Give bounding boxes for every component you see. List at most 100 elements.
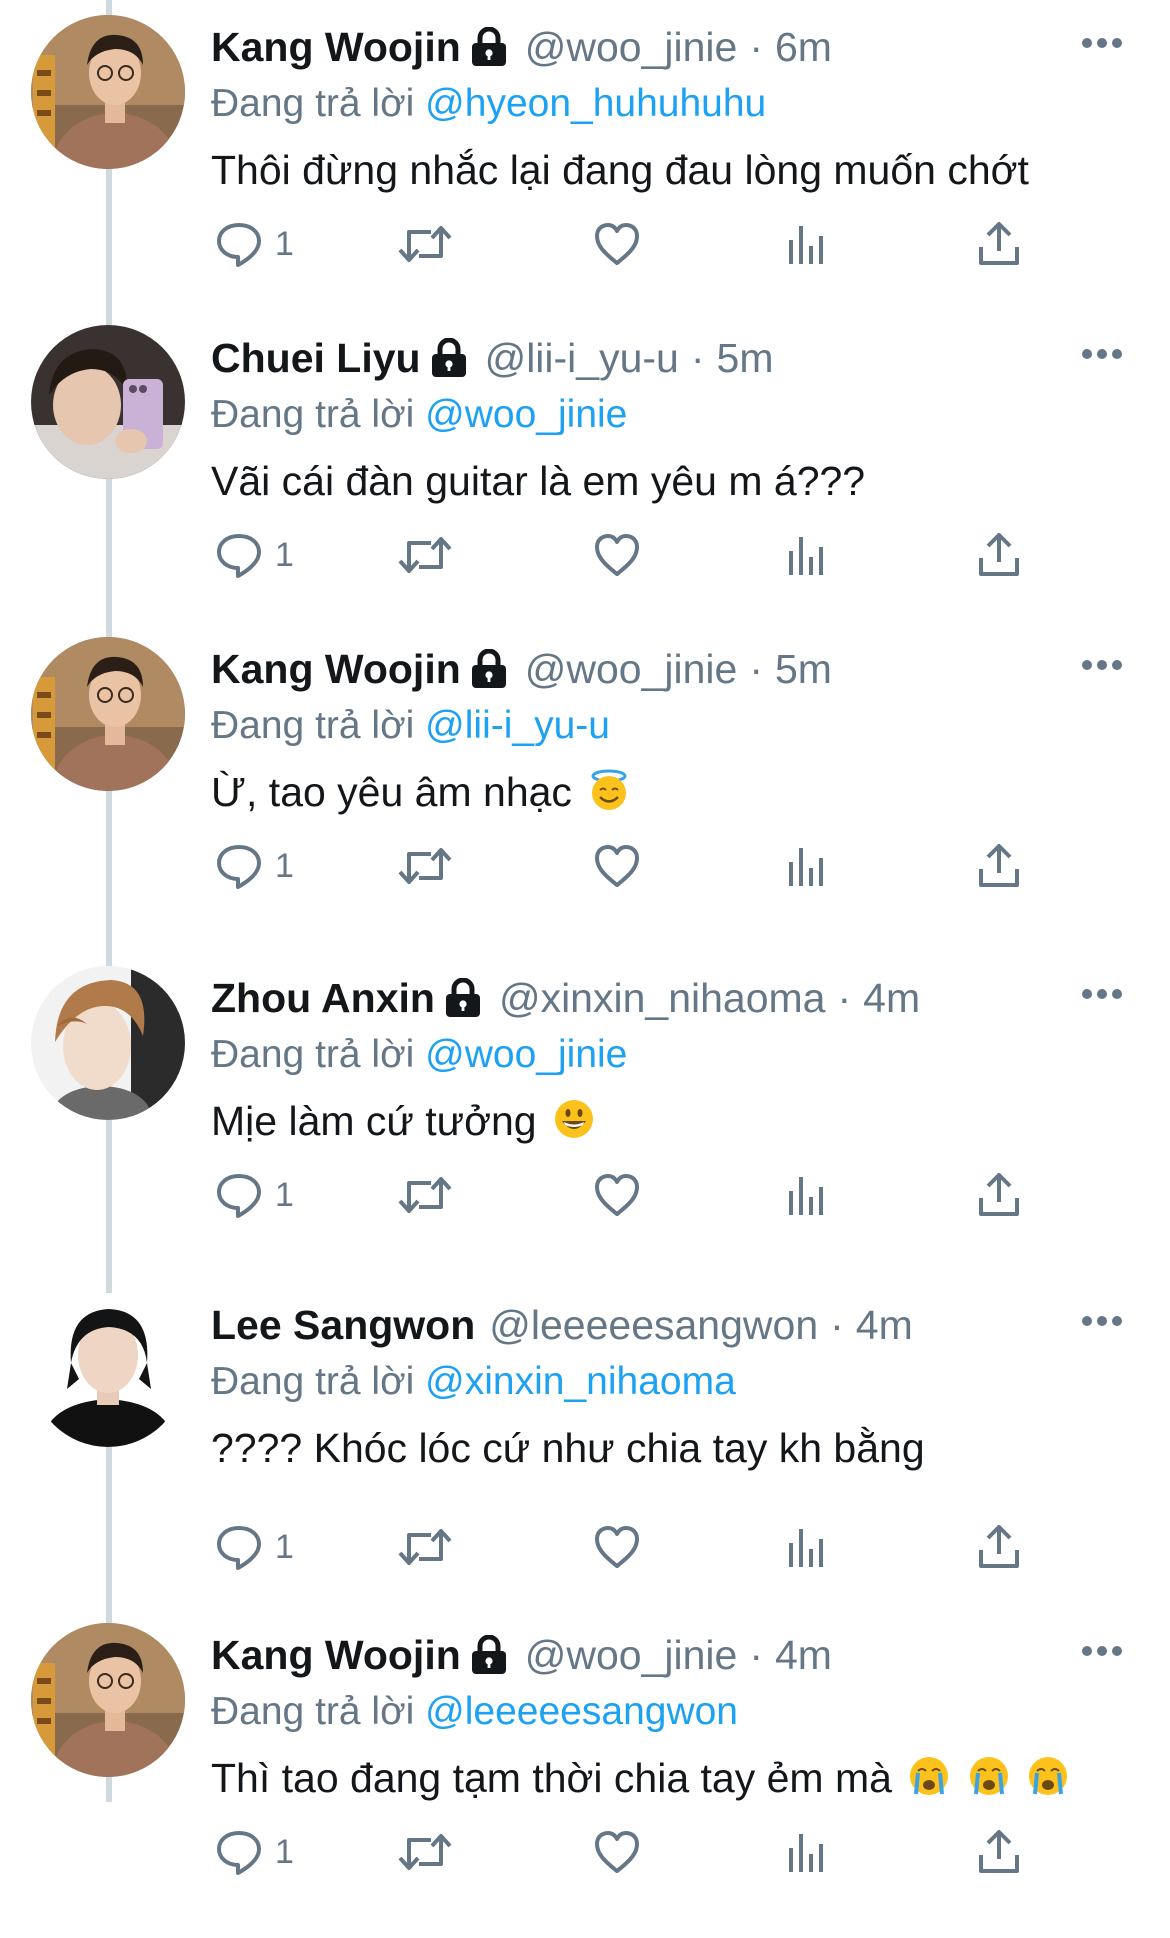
user-handle[interactable]: @lii-i_yu-u (485, 335, 679, 382)
retweet-button[interactable] (397, 1167, 453, 1223)
reply-button[interactable]: 1 (215, 838, 294, 894)
replying-to-mention[interactable]: @xinxin_nihaoma (425, 1360, 736, 1403)
heart-icon (593, 1172, 641, 1218)
share-button[interactable] (977, 1167, 1021, 1223)
replying-to-mention[interactable]: @woo_jinie (425, 1033, 627, 1076)
display-name[interactable]: Kang Woojin (211, 646, 461, 693)
share-button[interactable] (977, 216, 1021, 272)
more-options-icon[interactable] (1080, 36, 1124, 50)
replying-to-mention[interactable]: @leeeeesangwon (425, 1690, 738, 1733)
tweet-content: Kang Woojin @woo_jinie · 5m Đang trả lời @li… (211, 638, 1111, 822)
tweet-header: Lee Sangwon @leeeeesangwon · 4m (211, 1294, 1111, 1356)
analytics-bars-icon (787, 222, 827, 266)
like-button[interactable] (593, 838, 641, 894)
like-button[interactable] (593, 1519, 641, 1575)
share-upload-icon (977, 1524, 1021, 1570)
timestamp[interactable]: 4m (863, 975, 920, 1022)
retweet-icon (397, 222, 453, 266)
avatar[interactable] (31, 966, 185, 1120)
tweet-text-body: Thôi đừng nhắc lại đang đau lòng muốn ch… (211, 147, 1029, 193)
more-options-icon[interactable] (1080, 658, 1124, 672)
user-handle[interactable]: @woo_jinie (525, 646, 738, 693)
reply-count: 1 (275, 224, 294, 263)
avatar[interactable] (31, 1293, 185, 1447)
like-button[interactable] (593, 1824, 641, 1880)
reply-button[interactable]: 1 (215, 216, 294, 272)
smiling-face-with-halo-emoji-icon (587, 768, 631, 812)
tweet[interactable]: Kang Woojin @woo_jinie · 5m Đang trả lời @li… (0, 622, 1170, 952)
share-button[interactable] (977, 838, 1021, 894)
retweet-button[interactable] (397, 838, 453, 894)
retweet-button[interactable] (397, 216, 453, 272)
timestamp[interactable]: 6m (775, 24, 832, 71)
view-analytics-button[interactable] (787, 216, 827, 272)
retweet-icon (397, 1830, 453, 1874)
reply-button[interactable]: 1 (215, 1167, 294, 1223)
retweet-button[interactable] (397, 527, 453, 583)
tweet-actions: 1 (211, 1519, 1031, 1575)
like-button[interactable] (593, 1167, 641, 1223)
tweet[interactable]: Chuei Liyu @lii-i_yu-u · 5m Đang trả lời @wo… (0, 311, 1170, 641)
tweet[interactable]: Kang Woojin @woo_jinie · 6m Đang trả lời @hy… (0, 0, 1170, 330)
more-options-icon[interactable] (1080, 1644, 1124, 1658)
view-analytics-button[interactable] (787, 527, 827, 583)
retweet-button[interactable] (397, 1519, 453, 1575)
share-button[interactable] (977, 1824, 1021, 1880)
timestamp[interactable]: 4m (775, 1632, 832, 1679)
reply-button[interactable]: 1 (215, 1824, 294, 1880)
avatar[interactable] (31, 325, 185, 479)
heart-icon (593, 1524, 641, 1570)
like-button[interactable] (593, 527, 641, 583)
view-analytics-button[interactable] (787, 838, 827, 894)
user-handle[interactable]: @woo_jinie (525, 1632, 738, 1679)
more-options-icon[interactable] (1080, 1314, 1124, 1328)
display-name[interactable]: Kang Woojin (211, 24, 461, 71)
share-button[interactable] (977, 1519, 1021, 1575)
reply-bubble-icon (215, 1524, 263, 1570)
avatar[interactable] (31, 1623, 185, 1777)
tweet-content: Chuei Liyu @lii-i_yu-u · 5m Đang trả lời @wo… (211, 327, 1111, 511)
tweet-text-body: Vãi cái đàn guitar là em yêu m á??? (211, 458, 866, 504)
reply-bubble-icon (215, 1172, 263, 1218)
more-options-icon[interactable] (1080, 347, 1124, 361)
more-options-icon[interactable] (1080, 987, 1124, 1001)
tweet[interactable]: Kang Woojin @woo_jinie · 4m Đang trả lời @le… (0, 1608, 1170, 1938)
reply-count: 1 (275, 1832, 294, 1871)
replying-to-mention[interactable]: @woo_jinie (425, 393, 627, 436)
share-upload-icon (977, 1172, 1021, 1218)
like-button[interactable] (593, 216, 641, 272)
lock-icon (431, 338, 467, 378)
timestamp[interactable]: 4m (856, 1302, 913, 1349)
timestamp[interactable]: 5m (717, 335, 774, 382)
display-name[interactable]: Kang Woojin (211, 1632, 461, 1679)
display-name[interactable]: Lee Sangwon (211, 1302, 475, 1349)
reply-button[interactable]: 1 (215, 1519, 294, 1575)
retweet-button[interactable] (397, 1824, 453, 1880)
replying-to-line: Đang trả lời @hyeon_huhuhuhu (211, 78, 1111, 130)
view-analytics-button[interactable] (787, 1167, 827, 1223)
replying-to-mention[interactable]: @lii-i_yu-u (425, 704, 610, 747)
tweet-header: Kang Woojin @woo_jinie · 4m (211, 1624, 1111, 1686)
loudly-crying-face-emoji-icon (907, 1754, 951, 1798)
user-handle[interactable]: @xinxin_nihaoma (499, 975, 826, 1022)
view-analytics-button[interactable] (787, 1824, 827, 1880)
tweet[interactable]: Lee Sangwon @leeeeesangwon · 4m Đang trả lời… (0, 1278, 1170, 1608)
tweet-content: Kang Woojin @woo_jinie · 6m Đang trả lời @hy… (211, 16, 1111, 200)
display-name[interactable]: Zhou Anxin (211, 975, 435, 1022)
avatar[interactable] (31, 15, 185, 169)
loudly-crying-face-emoji-icon (967, 1754, 1011, 1798)
timestamp[interactable]: 5m (775, 646, 832, 693)
tweet-header: Chuei Liyu @lii-i_yu-u · 5m (211, 327, 1111, 389)
view-analytics-button[interactable] (787, 1519, 827, 1575)
reply-bubble-icon (215, 221, 263, 267)
heart-icon (593, 221, 641, 267)
tweet[interactable]: Zhou Anxin @xinxin_nihaoma · 4m Đang trả lời… (0, 951, 1170, 1281)
avatar[interactable] (31, 637, 185, 791)
reply-button[interactable]: 1 (215, 527, 294, 583)
separator-dot: · (690, 334, 705, 381)
display-name[interactable]: Chuei Liyu (211, 335, 421, 382)
user-handle[interactable]: @woo_jinie (525, 24, 738, 71)
user-handle[interactable]: @leeeeesangwon (489, 1302, 818, 1349)
replying-to-mention[interactable]: @hyeon_huhuhuhu (425, 82, 766, 125)
share-button[interactable] (977, 527, 1021, 583)
